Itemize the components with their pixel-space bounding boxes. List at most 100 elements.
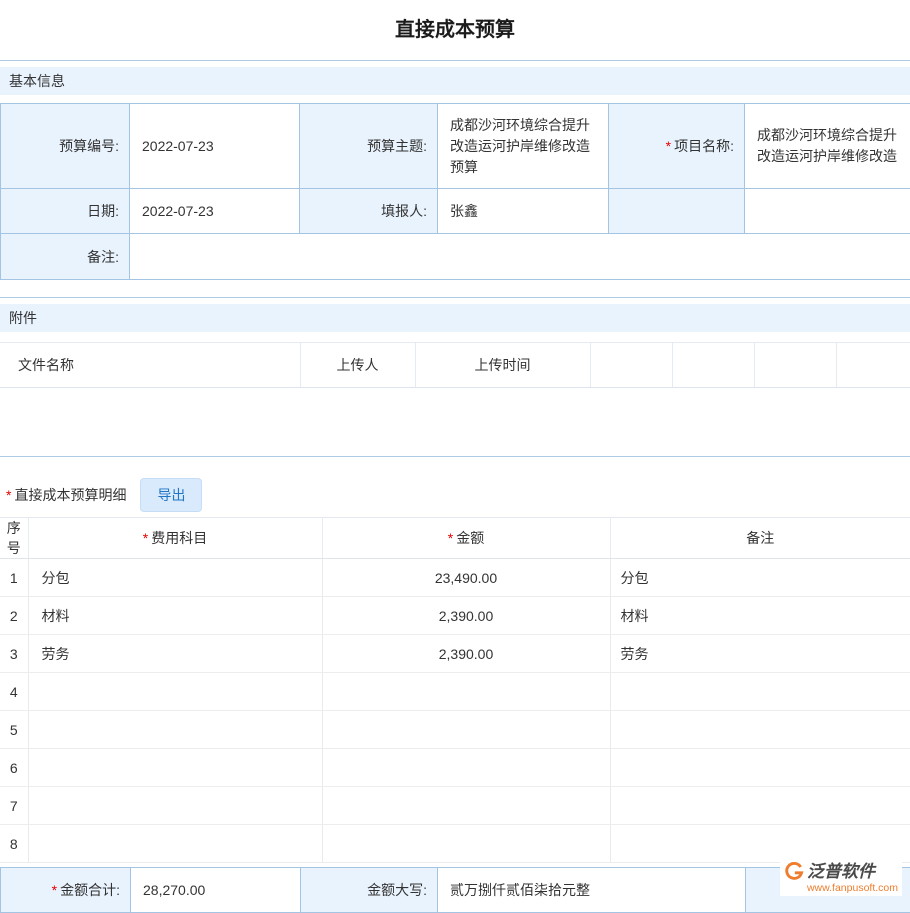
cell-subject — [28, 711, 322, 749]
vendor-brand: 泛普软件 — [807, 862, 898, 882]
budget-subject-value: 成都沙河环境综合提升改造运河护岸维修改造预算 — [438, 104, 609, 189]
col-file-name: 文件名称 — [0, 343, 300, 388]
required-mark: * — [666, 138, 671, 154]
cell-subject — [28, 825, 322, 863]
total-amount-label: *金额合计: — [1, 868, 131, 913]
cell-remark: 劳务 — [610, 635, 910, 673]
date-label: 日期: — [1, 189, 130, 234]
reporter-label: 填报人: — [300, 189, 438, 234]
table-row: 备注: — [1, 234, 910, 280]
cell-subject: 分包 — [28, 559, 322, 597]
table-row: 8 — [0, 825, 910, 863]
col-amount: *金额 — [322, 518, 610, 559]
detail-table: 序号 *费用科目 *金额 备注 1 分包 23,490.00 分包 2 材料 2… — [0, 517, 910, 863]
cell-subject: 劳务 — [28, 635, 322, 673]
table-row: 6 — [0, 749, 910, 787]
reporter-value: 张鑫 — [438, 189, 609, 234]
table-row: 预算编号: 2022-07-23 预算主题: 成都沙河环境综合提升改造运河护岸维… — [1, 104, 910, 189]
cell-remark — [610, 711, 910, 749]
cell-seq: 8 — [0, 825, 28, 863]
cell-subject — [28, 673, 322, 711]
cell-amount — [322, 711, 610, 749]
col-uploader: 上传人 — [300, 343, 415, 388]
budget-subject-label: 预算主题: — [300, 104, 438, 189]
detail-section-header: *直接成本预算明细 导出 — [0, 456, 910, 517]
remark-label: 备注: — [1, 234, 130, 280]
budget-no-value: 2022-07-23 — [130, 104, 300, 189]
cell-seq: 5 — [0, 711, 28, 749]
vendor-site: www.fanpusoft.com — [807, 882, 898, 894]
cell-remark — [610, 825, 910, 863]
required-mark: * — [52, 882, 57, 898]
cell-seq: 6 — [0, 749, 28, 787]
cell-amount — [322, 787, 610, 825]
remark-value — [130, 234, 910, 280]
summary-table: *金额合计: 28,270.00 金额大写: 贰万捌仟贰佰柒拾元整 — [0, 867, 910, 913]
table-row: 日期: 2022-07-23 填报人: 张鑫 — [1, 189, 910, 234]
cell-remark — [610, 787, 910, 825]
cell-remark — [610, 749, 910, 787]
cell-seq: 2 — [0, 597, 28, 635]
attachments-empty-area — [0, 388, 910, 456]
fanpu-logo-icon — [784, 862, 804, 882]
total-amount-value: 28,270.00 — [131, 868, 301, 913]
cell-subject — [28, 787, 322, 825]
cell-remark: 材料 — [610, 597, 910, 635]
project-name-value: 成都沙河环境综合提升改造运河护岸维修改造 — [745, 104, 910, 189]
attachments-header-row: 文件名称 上传人 上传时间 — [0, 343, 910, 388]
table-row: 2 材料 2,390.00 材料 — [0, 597, 910, 635]
vendor-text-block: 泛普软件 www.fanpusoft.com — [807, 862, 898, 894]
col-amount-text: 金额 — [456, 530, 484, 546]
page-title: 直接成本预算 — [0, 0, 910, 60]
cell-amount — [322, 673, 610, 711]
required-mark: * — [6, 487, 11, 503]
export-button[interactable]: 导出 — [140, 478, 202, 512]
required-mark: * — [143, 530, 148, 546]
summary-row: *金额合计: 28,270.00 金额大写: 贰万捌仟贰佰柒拾元整 — [1, 868, 910, 913]
cell-amount — [322, 749, 610, 787]
attachments-table: 文件名称 上传人 上传时间 — [0, 342, 910, 388]
col-expense-subject-text: 费用科目 — [151, 530, 207, 546]
col-empty — [590, 343, 672, 388]
basic-info-table: 预算编号: 2022-07-23 预算主题: 成都沙河环境综合提升改造运河护岸维… — [0, 103, 910, 280]
basic-info-section-header: 基本信息 — [0, 67, 910, 95]
cell-remark: 分包 — [610, 559, 910, 597]
col-empty — [754, 343, 836, 388]
detail-section-title: 直接成本预算明细 — [14, 485, 126, 505]
total-amount-label-text: 金额合计: — [60, 882, 120, 898]
detail-header-row: 序号 *费用科目 *金额 备注 — [0, 518, 910, 559]
col-seq: 序号 — [0, 518, 28, 559]
col-empty — [836, 343, 910, 388]
empty-value-cell — [745, 189, 910, 234]
col-remark: 备注 — [610, 518, 910, 559]
table-row: 3 劳务 2,390.00 劳务 — [0, 635, 910, 673]
cell-seq: 4 — [0, 673, 28, 711]
cell-amount: 2,390.00 — [322, 635, 610, 673]
cell-subject: 材料 — [28, 597, 322, 635]
cell-amount: 2,390.00 — [322, 597, 610, 635]
table-row: 4 — [0, 673, 910, 711]
table-row: 1 分包 23,490.00 分包 — [0, 559, 910, 597]
col-upload-time: 上传时间 — [415, 343, 590, 388]
cell-seq: 7 — [0, 787, 28, 825]
section-attachments: 附件 文件名称 上传人 上传时间 — [0, 297, 910, 456]
cell-seq: 3 — [0, 635, 28, 673]
cell-remark — [610, 673, 910, 711]
table-row: 7 — [0, 787, 910, 825]
col-empty — [672, 343, 754, 388]
cell-amount — [322, 825, 610, 863]
empty-label-cell — [609, 189, 745, 234]
required-mark: * — [448, 530, 453, 546]
amount-in-words-value: 贰万捌仟贰佰柒拾元整 — [438, 868, 746, 913]
attachments-section-header: 附件 — [0, 304, 910, 332]
cell-subject — [28, 749, 322, 787]
date-value: 2022-07-23 — [130, 189, 300, 234]
cell-seq: 1 — [0, 559, 28, 597]
vendor-watermark: 泛普软件 www.fanpusoft.com — [780, 860, 902, 896]
amount-in-words-label: 金额大写: — [301, 868, 438, 913]
table-row: 5 — [0, 711, 910, 749]
section-basic-info: 基本信息 预算编号: 2022-07-23 预算主题: 成都沙河环境综合提升改造… — [0, 60, 910, 280]
col-expense-subject: *费用科目 — [28, 518, 322, 559]
project-name-label-text: 项目名称: — [674, 138, 734, 154]
cell-amount: 23,490.00 — [322, 559, 610, 597]
